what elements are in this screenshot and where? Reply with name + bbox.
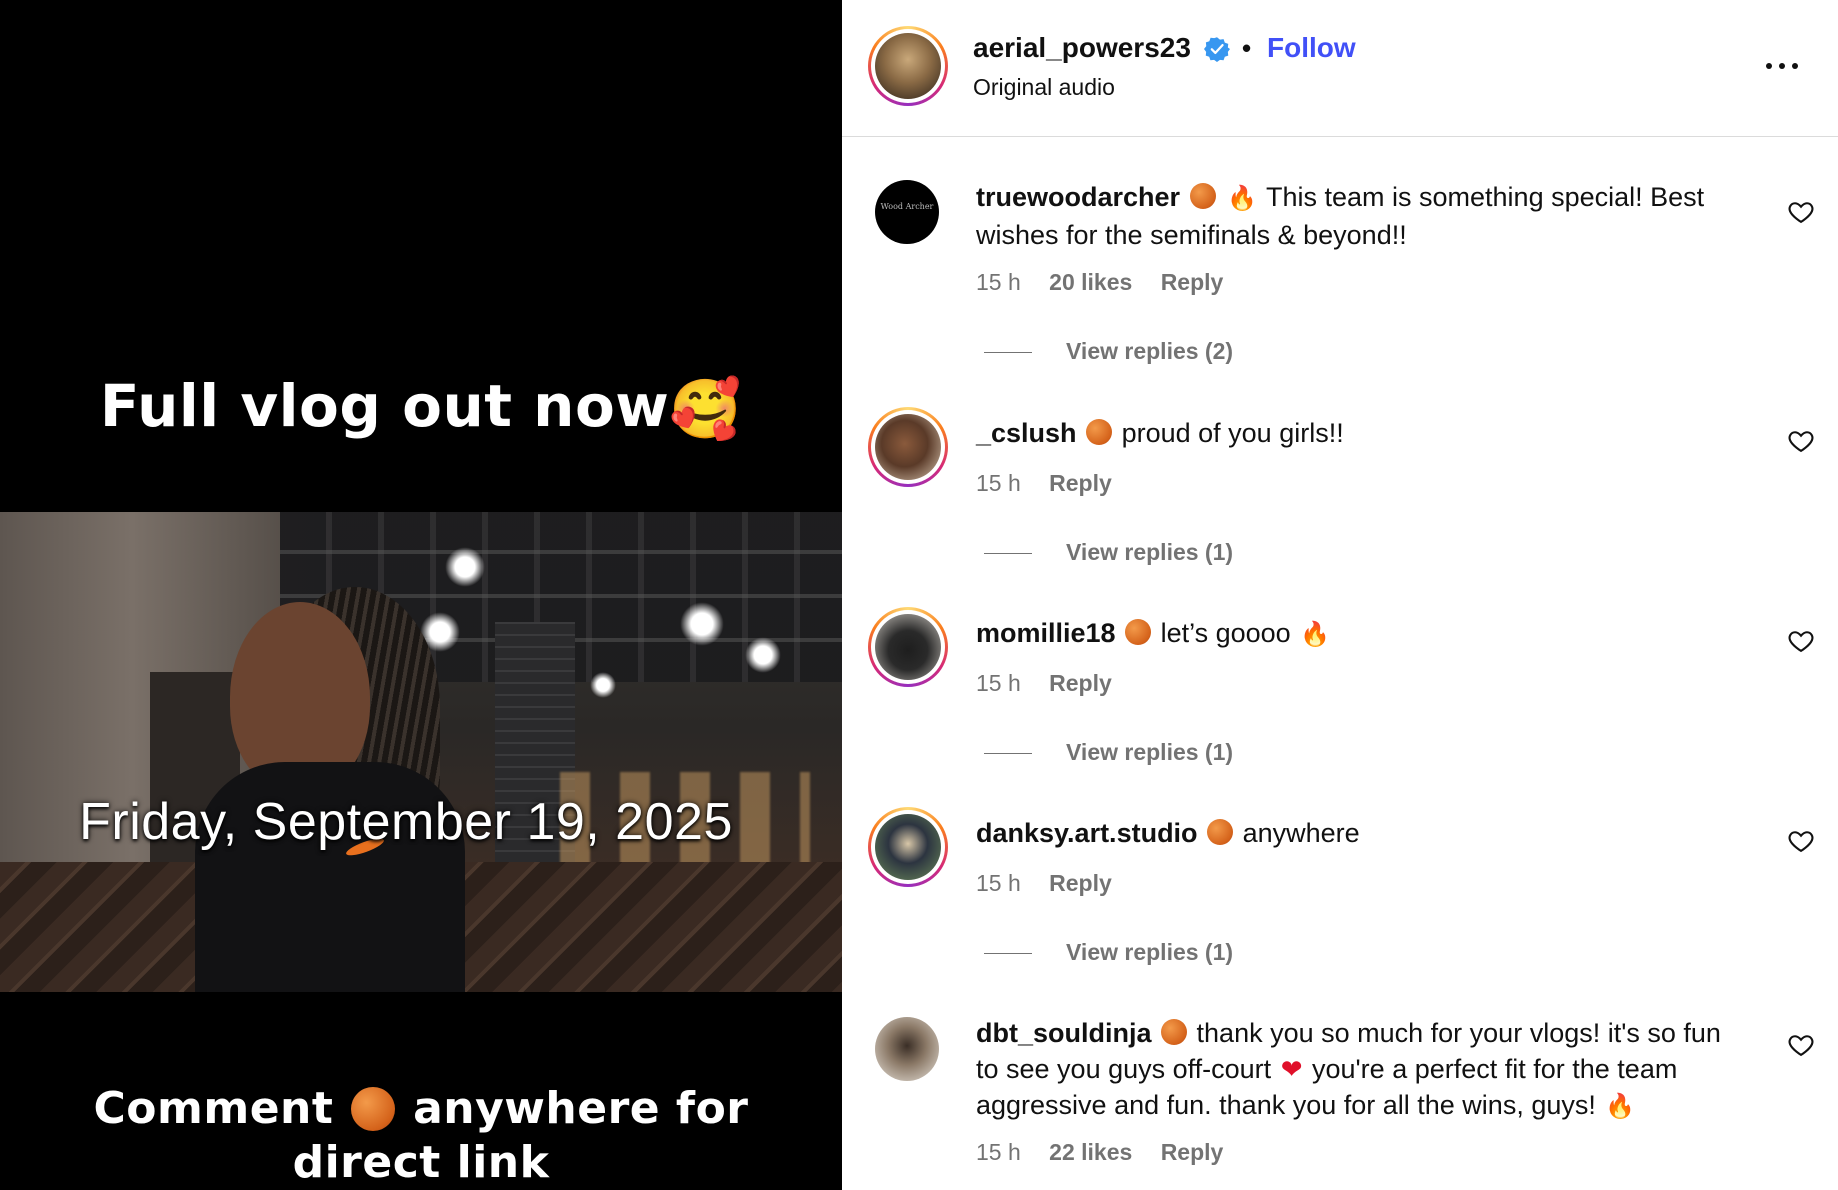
verified-badge-icon [1204,37,1230,62]
comment-username[interactable]: dbt_souldinja [976,1018,1152,1048]
view-replies-button[interactable]: View replies (1) [984,539,1233,566]
view-replies-label: View replies (1) [1066,939,1234,965]
comment-time[interactable]: 15 h [976,1139,1021,1165]
reply-divider [984,352,1032,354]
reply-button[interactable]: Reply [1049,470,1112,496]
view-replies-label: View replies (1) [1066,539,1234,565]
separator-dot: • [1242,33,1252,63]
ceiling-light [680,602,724,646]
view-replies-button[interactable]: View replies (1) [984,739,1233,766]
author-avatar[interactable] [868,26,948,106]
comment-meta: 15 h 22 likes Reply [976,1139,1245,1166]
basketball-icon [1189,183,1216,209]
view-replies-label: View replies (1) [1066,739,1234,765]
reply-button[interactable]: Reply [1161,1139,1224,1165]
like-heart-icon[interactable] [1787,1031,1815,1059]
comments-panel: aerial_powers23 • Follow Original audio … [842,0,1838,1190]
audio-label[interactable]: Original audio [973,74,1115,101]
reply-button[interactable]: Reply [1049,670,1112,696]
commenter-avatar[interactable] [868,807,948,887]
comment-username[interactable]: truewoodarcher [976,182,1180,212]
comment-text: momillie18 let’s goooo 🔥 [976,615,1746,653]
comment-time[interactable]: 15 h [976,470,1021,496]
comment-meta: 15 h Reply [976,870,1134,897]
comment-meta: 15 h Reply [976,670,1134,697]
date-overlay: Friday, September 19, 2025 [79,793,733,851]
reply-button[interactable]: Reply [1049,870,1112,896]
comment-text: dbt_souldinja thank you so much for your… [976,1015,1746,1125]
comment-username[interactable]: danksy.art.studio [976,818,1198,848]
basketball-icon [1086,419,1113,445]
comment-text: _cslush proud of you girls!! [976,415,1746,451]
comment-likes[interactable]: 22 likes [1049,1139,1132,1165]
comment-body: let’s goooo [1160,618,1291,648]
commenter-avatar[interactable] [868,407,948,487]
follow-button[interactable]: Follow [1267,32,1356,64]
reply-divider [984,953,1032,955]
ceiling-light [445,547,485,587]
commenter-avatar[interactable] [868,607,948,687]
ceiling-light [590,672,616,698]
like-heart-icon[interactable] [1787,627,1815,655]
fire-icon: 🔥 [1605,1093,1636,1120]
comment-time[interactable]: 15 h [976,670,1021,696]
view-replies-button[interactable]: View replies (1) [984,939,1233,966]
like-heart-icon[interactable] [1787,198,1815,226]
reel-video[interactable]: Full vlog out now🥰 Friday, September 19,… [0,0,842,1190]
basketball-icon [1161,1019,1188,1045]
reply-button[interactable]: Reply [1161,269,1224,295]
like-heart-icon[interactable] [1787,427,1815,455]
caption-top-text: Full vlog out now [99,372,670,440]
avatar-logo-text: Wood Archer [880,202,934,211]
red-heart-icon: ❤ [1280,1054,1303,1084]
comment-username[interactable]: _cslush [976,418,1077,448]
caption-word: anywhere for [413,1083,749,1134]
like-heart-icon[interactable] [1787,827,1815,855]
author-username[interactable]: aerial_powers23 [973,32,1191,64]
basketball-icon [1125,619,1152,645]
comment-meta: 15 h Reply [976,470,1134,497]
view-replies-button[interactable]: View replies (2) [984,338,1233,365]
caption-word: Comment [93,1083,334,1134]
comment-meta: 15 h 20 likes Reply [976,269,1245,296]
caption-bottom-line1: Comment anywhere for [0,1082,842,1136]
fire-icon: 🔥 [1227,185,1257,212]
smiling-face-hearts-emoji: 🥰 [669,375,743,444]
reply-divider [984,753,1032,755]
post-header: aerial_powers23 • Follow Original audio [842,0,1838,137]
commenter-avatar[interactable] [875,1017,939,1081]
more-options-icon[interactable] [1762,48,1802,84]
comment-text: danksy.art.studio anywhere [976,815,1746,851]
comment-body: anywhere [1242,818,1360,848]
comment-time[interactable]: 15 h [976,870,1021,896]
reply-divider [984,553,1032,555]
caption-top: Full vlog out now🥰 [0,372,842,444]
caption-bottom: Comment anywhere for direct link [0,1082,842,1190]
caption-bottom-line2: direct link [292,1137,550,1188]
basketball-icon [351,1087,396,1131]
comment-time[interactable]: 15 h [976,269,1021,295]
basketball-icon [1207,819,1234,845]
comment-body: proud of you girls!! [1121,418,1344,448]
fire-icon: 🔥 [1300,621,1331,648]
video-frame: Friday, September 19, 2025 [0,512,842,992]
comment-username[interactable]: momillie18 [976,618,1116,648]
commenter-avatar[interactable]: Wood Archer [875,180,939,244]
view-replies-label: View replies (2) [1066,338,1234,364]
comment-text: truewoodarcher 🔥 This team is something … [976,179,1746,253]
ceiling-light [745,637,781,673]
comment-likes[interactable]: 20 likes [1049,269,1132,295]
